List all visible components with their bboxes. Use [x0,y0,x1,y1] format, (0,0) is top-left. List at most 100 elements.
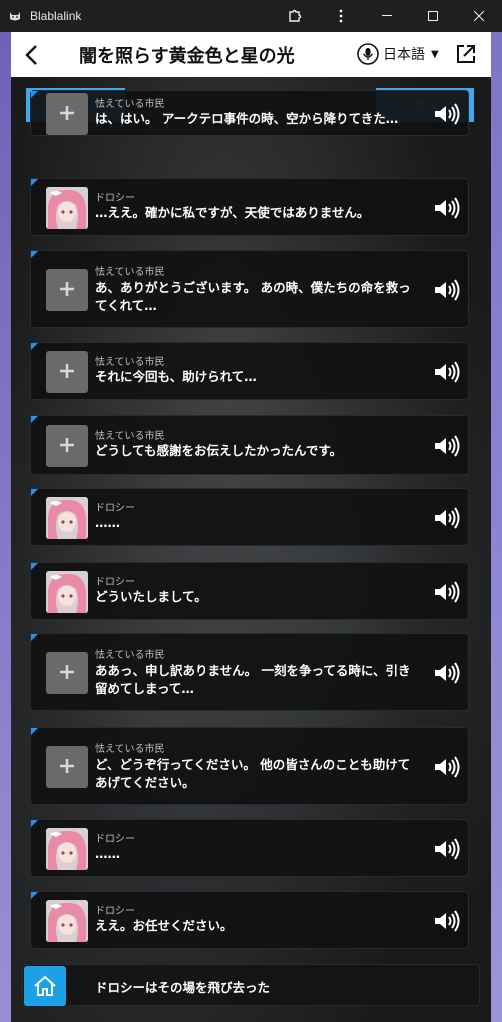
speaker-name: 怯えている市民 [95,267,165,278]
card-corner-marker [31,91,38,98]
caret-down-icon: ▼ [431,48,439,60]
citizen-avatar [46,351,88,393]
speaker-icon[interactable] [433,360,461,384]
card-corner-marker [31,634,38,641]
citizen-avatar [46,425,88,467]
speaker-name: ドロシー [95,834,135,845]
message-card: 怯えている市民ど、どうぞ行ってください。 他の皆さんのことも助けてあげてください… [30,727,469,805]
message-card: ドロシー…… [30,488,469,546]
message-text: …… [95,515,120,530]
back-button[interactable] [11,32,51,77]
speaker-name: 怯えている市民 [95,99,165,110]
message-text: どうしても感謝をお伝えしたかったんです。 [95,443,343,458]
extension-button[interactable] [272,0,318,32]
citizen-avatar [46,746,88,788]
external-link-icon[interactable] [455,43,477,65]
maximize-button[interactable] [410,0,456,32]
window-titlebar: Blablalink [0,0,502,32]
message-card: ドロシー どういたしまして。 [30,562,469,620]
message-text: どういたしまして。 [95,589,207,604]
speaker-name: 怯えている市民 [95,744,165,755]
window-frame-left [0,32,11,1022]
message-text: ど、どうぞ行ってください。 他の皆さんのことも助けてあげてください。 [95,757,411,790]
footer-bar: ドロシーはその場を飛び去った [22,964,480,1006]
close-icon [474,11,484,21]
card-corner-marker [31,820,38,827]
home-icon [34,975,56,996]
message-text: ああっ、申し訳ありません。 一刻を争ってる時に、引き留めてしまって… [95,663,411,696]
plus-icon [60,665,74,679]
plus-icon [60,106,74,120]
speaker-name: 怯えている市民 [95,650,165,661]
card-corner-marker [31,343,38,350]
citizen-avatar [46,652,88,694]
speaker-icon[interactable] [433,278,461,302]
message-text: …… [95,846,120,861]
speaker-icon[interactable] [433,196,461,220]
dorothy-avatar [46,571,88,613]
plus-icon [60,438,74,452]
message-card: 怯えている市民あ、ありがとうございます。 あの時、僕たちの命を救ってくれて… [30,250,469,328]
card-corner-marker [31,728,38,735]
card-corner-marker [31,892,38,899]
message-card: 怯えている市民 は、はい。 アークテロ事件の時、空から降りてきた… [30,90,469,136]
message-text: は、はい。 アークテロ事件の時、空から降りてきた… [95,111,399,126]
dorothy-avatar [46,900,88,942]
page-title: 闇を照らす黄金色と星の光 [79,45,295,67]
card-corner-marker [31,179,38,186]
speaker-name: ドロシー [95,577,135,588]
dorothy-avatar [46,497,88,539]
page-header: 闇を照らす黄金色と星の光 日本語 ▼ [11,32,491,77]
minimize-icon [382,15,392,16]
language-label: 日本語 [383,47,425,63]
dorothy-portrait [46,497,88,539]
puzzle-icon [289,9,302,22]
plus-icon [60,364,74,378]
message-card: ドロシー …ええ。確かに私ですが、天使ではありません。 [30,178,469,236]
speaker-icon[interactable] [433,102,461,126]
speaker-icon[interactable] [433,434,461,458]
speaker-name: 怯えている市民 [95,357,165,368]
home-button[interactable] [24,966,66,1006]
dorothy-avatar [46,187,88,229]
citizen-avatar [46,93,88,135]
message-text: ええ。お任せください。 [95,918,233,933]
speaker-icon[interactable] [433,580,461,604]
message-card: 怯えている市民 それに今回も、助けられて… [30,342,469,400]
speaker-name: ドロシー [95,503,135,514]
card-corner-marker [31,251,38,258]
message-text: それに今回も、助けられて… [95,369,257,384]
plus-icon [60,759,74,773]
cat-icon [10,12,20,21]
dorothy-portrait [46,187,88,229]
card-corner-marker [31,416,38,423]
close-button[interactable] [456,0,502,32]
speaker-name: ドロシー [95,193,135,204]
dorothy-portrait [46,828,88,870]
speaker-icon[interactable] [433,506,461,530]
speaker-icon[interactable] [433,837,461,861]
speaker-icon[interactable] [433,661,461,685]
dorothy-avatar [46,828,88,870]
speaker-icon[interactable] [433,909,461,933]
message-card: ドロシー…… [30,819,469,877]
maximize-icon [428,11,438,21]
citizen-avatar [46,269,88,311]
language-selector[interactable]: 日本語 ▼ [357,43,439,65]
chevron-left-icon [25,44,37,65]
speaker-name: ドロシー [95,906,135,917]
speaker-icon[interactable] [433,755,461,779]
more-vertical-icon [339,9,343,23]
minimize-button[interactable] [364,0,410,32]
microphone-icon [357,43,379,65]
app-title: Blablalink [30,9,82,23]
footer-text: ドロシーはその場を飛び去った [95,980,271,995]
dorothy-portrait [46,571,88,613]
card-corner-marker [31,489,38,496]
app-content: 闇を照らす黄金色と星の光 日本語 ▼ 前へ 次へ 怯えている市民は、はい。 アー… [11,32,491,1022]
more-menu-button[interactable] [318,0,364,32]
message-text: あ、ありがとうございます。 あの時、僕たちの命を救ってくれて… [95,280,411,313]
message-card: ドロシー ええ。お任せください。 [30,891,469,949]
plus-icon [60,282,74,296]
message-card: 怯えている市民ああっ、申し訳ありません。 一刻を争ってる時に、引き留めてしまって… [30,633,469,711]
